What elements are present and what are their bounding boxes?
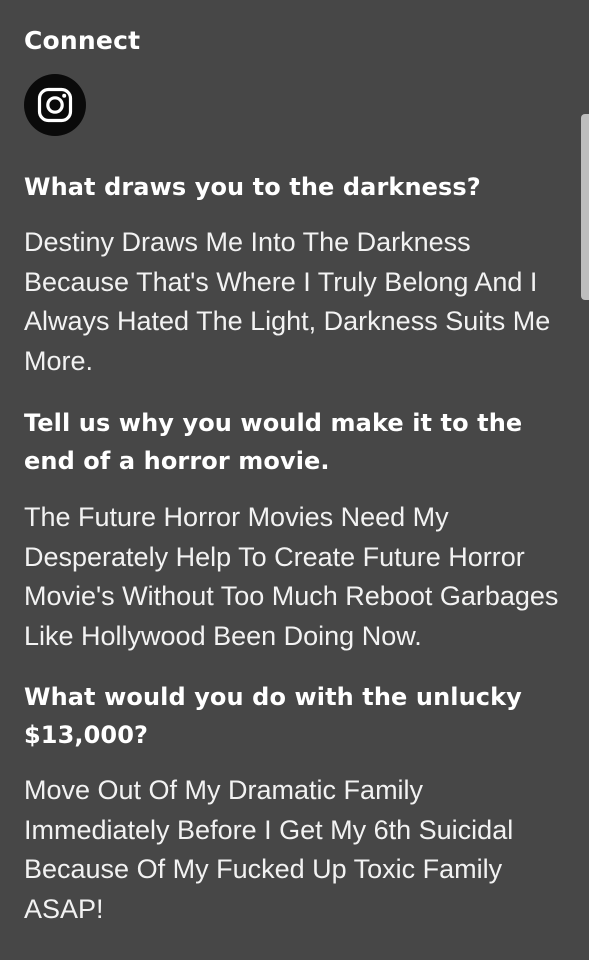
question-horror-movie: Tell us why you would make it to the end… [24, 409, 523, 475]
instagram-icon [37, 87, 73, 123]
answer-horror-movie: The Future Horror Movies Need My Despera… [24, 502, 559, 651]
answer-darkness: Destiny Draws Me Into The Darkness Becau… [24, 227, 551, 376]
social-links [24, 74, 565, 136]
question-unlucky-money: What would you do with the unlucky $13,0… [24, 683, 522, 749]
page: Connect What draws you to the darkness? … [0, 0, 589, 960]
connect-heading: Connect [24, 26, 141, 55]
answer-unlucky-money: Move Out Of My Dramatic Family Immediate… [24, 775, 514, 924]
question-darkness: What draws you to the darkness? [24, 173, 481, 201]
scrollbar-thumb[interactable] [581, 114, 589, 300]
instagram-link[interactable] [24, 74, 86, 136]
